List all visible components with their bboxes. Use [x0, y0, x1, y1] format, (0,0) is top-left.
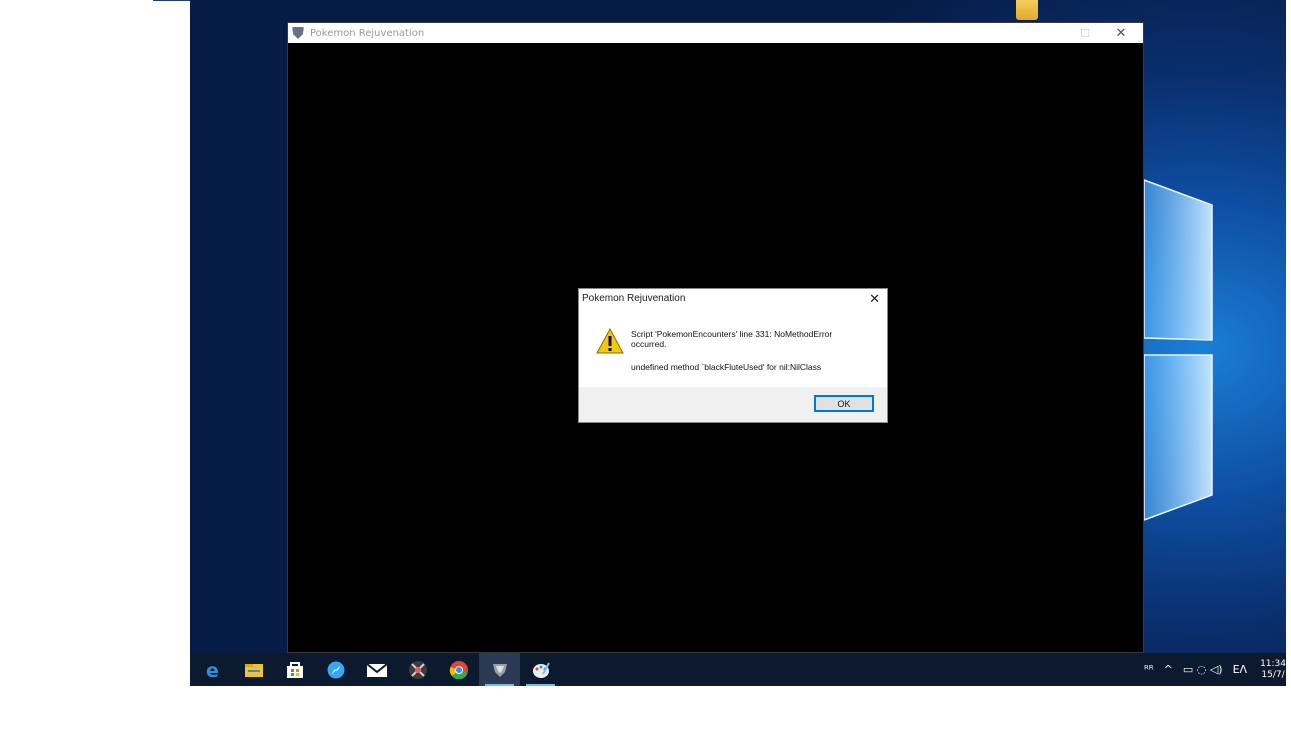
app-titlebar[interactable]: Pokemon Rejuvenation ☐ ✕ [288, 23, 1143, 43]
svg-text:e: e [206, 660, 219, 680]
dialog-message-line2: occurred. [631, 339, 667, 349]
dialog-message-line1: Script 'PokemonEncounters' line 331: NoM… [631, 329, 833, 339]
tray-status-icons[interactable]: ▭ ◌ ◁) [1183, 663, 1223, 676]
dialog-title: Pokemon Rejuvenation [582, 293, 686, 304]
safari-like-icon[interactable] [315, 653, 356, 686]
error-dialog: Pokemon Rejuvenation ✕ Script 'PokemonEn… [578, 288, 888, 423]
chevron-up-icon[interactable]: ^ [1164, 663, 1173, 676]
paint-icon[interactable] [520, 653, 561, 686]
clock[interactable]: 11:34 15/7/ [1260, 659, 1286, 681]
people-icon[interactable]: ᴿᴿ [1144, 663, 1154, 676]
divider-line [153, 0, 190, 1]
pokemon-rejuvenation-icon[interactable] [479, 653, 520, 686]
file-explorer-icon[interactable] [233, 653, 274, 686]
clock-date: 15/7/ [1261, 669, 1285, 680]
store-icon[interactable] [274, 653, 315, 686]
folder-icon[interactable] [1016, 0, 1038, 20]
language-indicator[interactable]: ΕΛ [1233, 663, 1247, 676]
close-button[interactable]: ✕ [1103, 23, 1139, 43]
taskbar: e ᴿᴿ ^ ▭ ◌ ◁) ΕΛ 11:34 15/7/ [190, 653, 1286, 686]
app-shield-icon [292, 27, 304, 39]
mail-icon[interactable] [356, 653, 397, 686]
clock-time: 11:34 [1260, 658, 1286, 669]
ok-button[interactable]: OK [814, 395, 874, 412]
maximize-button[interactable]: ☐ [1067, 23, 1103, 43]
edge-icon[interactable]: e [192, 653, 233, 686]
system-tray: ᴿᴿ ^ ▭ ◌ ◁) ΕΛ 11:34 15/7/ [1139, 653, 1286, 686]
open-indicator [526, 684, 555, 686]
warning-icon [596, 328, 624, 354]
chrome-icon[interactable] [438, 653, 479, 686]
app-title: Pokemon Rejuvenation [310, 27, 425, 39]
app-icon-dark[interactable] [397, 653, 438, 686]
dialog-footer: OK [579, 387, 887, 422]
dialog-message: Script 'PokemonEncounters' line 331: NoM… [631, 329, 876, 349]
dialog-close-button[interactable]: ✕ [869, 291, 880, 307]
dialog-detail: undefined method `blackFluteUsed' for ni… [631, 362, 822, 372]
active-indicator [485, 684, 514, 686]
